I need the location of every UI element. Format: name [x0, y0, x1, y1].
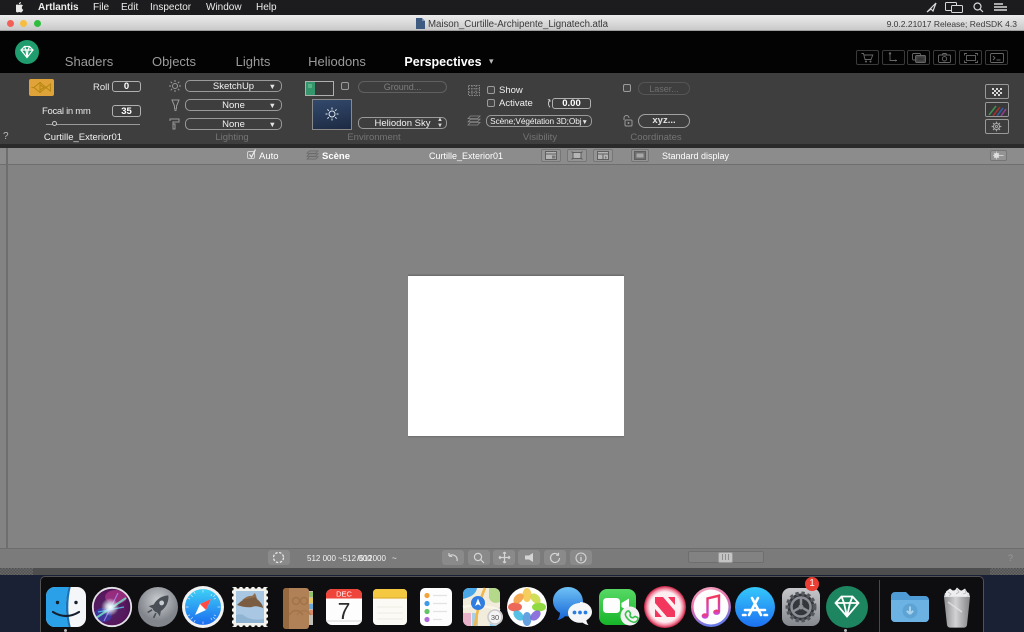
- svg-text:7: 7: [338, 598, 351, 624]
- svg-text:30: 30: [491, 613, 499, 622]
